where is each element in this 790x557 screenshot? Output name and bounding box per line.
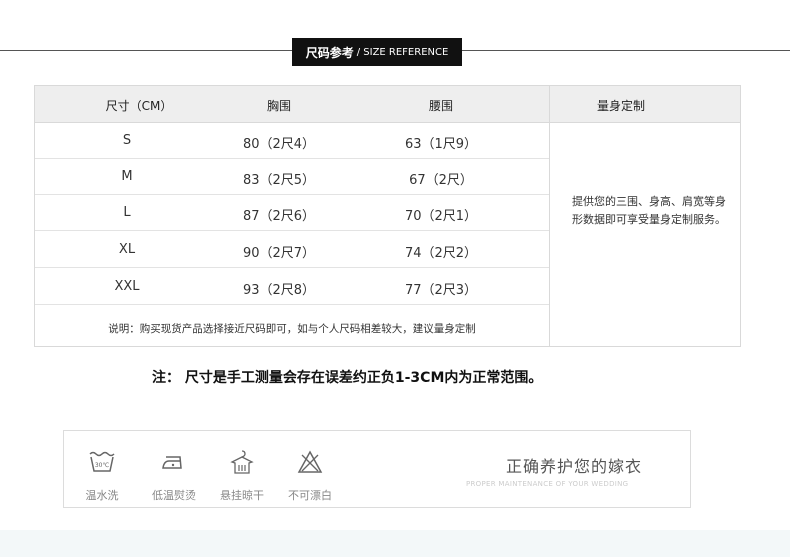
table-note-row: 说明：购买现货产品选择接近尺码即可，如与个人尺码相差较大，建议量身定制 (35, 304, 549, 346)
chest-cell: 93（2尺8） (242, 283, 316, 298)
table-row: L 87（2尺6） 70（2尺1） (35, 194, 549, 231)
chest-cell: 80（2尺4） (242, 137, 316, 152)
table-row: XXL 93（2尺8） 77（2尺3） (35, 268, 549, 305)
section-title-badge: 尺码参考 / SIZE REFERENCE (292, 38, 462, 66)
size-table: 尺寸（CM） 胸围 腰围 量身定制 S 80（2尺4） 63（1尺9） M 83… (34, 85, 741, 347)
care-instructions-panel: 30℃ 温水洗 低温熨烫 悬挂晾干 不可漂白 正确养护您的嫁衣 PROPER M… (63, 430, 691, 508)
bottom-band (0, 530, 790, 557)
column-divider (549, 86, 550, 346)
care-item-iron: 低温熨烫 (144, 449, 204, 503)
section-title-cn: 尺码参考 (305, 45, 354, 60)
measurement-remark: 注： 尺寸是手工测量会存在误差约正负1-3CM内为正常范围。 (152, 370, 543, 386)
wash-tub-icon: 30℃ (89, 451, 115, 472)
size-cell: XL (118, 242, 136, 257)
section-title-en: / SIZE REFERENCE (356, 46, 449, 58)
col-header-chest: 胸围 (266, 99, 292, 113)
care-label-hang-dry: 悬挂晾干 (220, 489, 264, 502)
table-header: 尺寸（CM） 胸围 腰围 量身定制 (35, 86, 740, 123)
size-cell: L (123, 205, 131, 220)
care-label-wash: 温水洗 (85, 489, 119, 502)
table-row: S 80（2尺4） 63（1尺9） (35, 122, 549, 159)
col-header-custom: 量身定制 (596, 99, 646, 113)
waist-cell: 67（2尺） (409, 173, 473, 188)
table-row: M 83（2尺5） 67（2尺） (35, 158, 549, 195)
care-item-hang-dry: 悬挂晾干 (212, 449, 272, 503)
chest-cell: 90（2尺7） (242, 246, 316, 261)
care-title: 正确养护您的嫁衣 (506, 457, 643, 476)
waist-cell: 70（2尺1） (404, 209, 478, 224)
chest-cell: 83（2尺5） (242, 173, 316, 188)
table-note-text: 说明：购买现货产品选择接近尺码即可，如与个人尺码相差较大，建议量身定制 (108, 323, 476, 335)
custom-fit-description: 提供您的三围、身高、肩宽等身形数据即可享受量身定制服务。 (572, 195, 726, 226)
waist-cell: 77（2尺3） (404, 283, 478, 298)
size-cell: XXL (114, 279, 140, 294)
care-subtitle: PROPER MAINTENANCE OF YOUR WEDDING (466, 480, 629, 488)
care-label-no-bleach: 不可漂白 (288, 489, 332, 502)
waist-cell: 74（2尺2） (404, 246, 478, 261)
iron-icon (162, 456, 182, 469)
hang-dry-icon (230, 450, 254, 474)
col-header-size: 尺寸（CM） (105, 99, 173, 113)
care-label-iron: 低温熨烫 (152, 489, 196, 502)
svg-text:30℃: 30℃ (95, 462, 110, 469)
size-cell: M (121, 169, 133, 184)
col-header-waist: 腰围 (428, 99, 454, 113)
no-bleach-icon (297, 450, 323, 473)
chest-cell: 87（2尺6） (242, 209, 316, 224)
waist-cell: 63（1尺9） (404, 137, 478, 152)
size-cell: S (122, 133, 132, 148)
table-row: XL 90（2尺7） 74（2尺2） (35, 231, 549, 268)
care-item-no-bleach: 不可漂白 (280, 449, 340, 503)
care-item-wash: 30℃ 温水洗 (72, 449, 132, 503)
